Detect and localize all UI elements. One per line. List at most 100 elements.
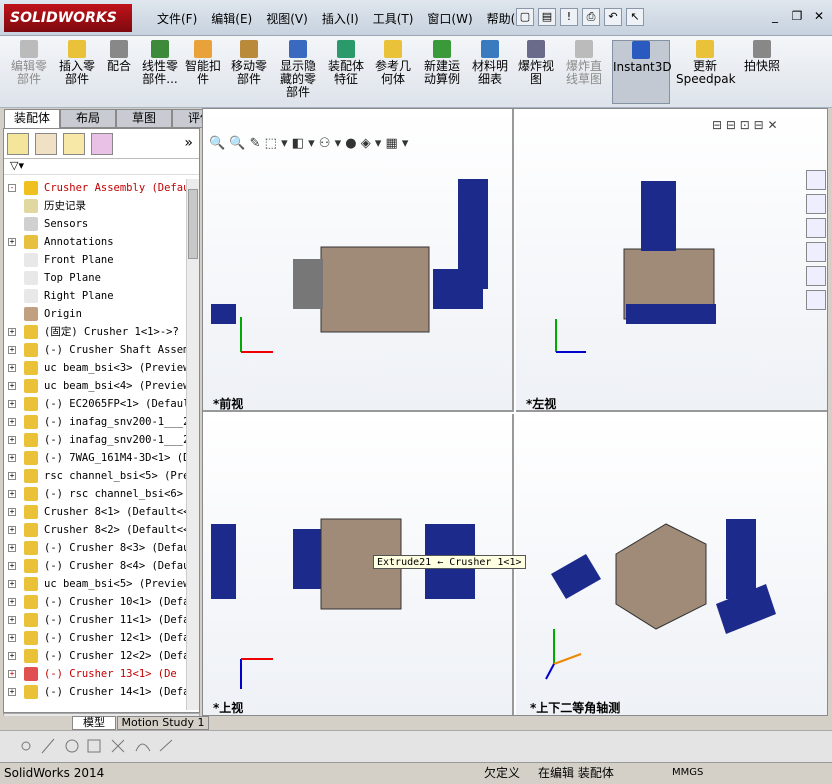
expand-toggle-icon[interactable]: + [8,652,16,660]
expand-toggle-icon[interactable]: + [8,544,16,552]
configuration-manager-icon[interactable] [63,133,85,155]
file-explorer-icon[interactable] [806,218,826,238]
expand-toggle-icon[interactable]: + [8,364,16,372]
expand-toggle-icon[interactable]: + [8,454,16,462]
ribbon-button-6[interactable]: 显示隐 藏的零 部件 [274,40,322,104]
tab-motion-study[interactable]: Motion Study 1 [117,716,209,730]
viewport-controls[interactable]: ⊟ ⊟ ⊡ ⊟ ✕ [712,118,778,132]
expand-toggle-icon[interactable]: + [8,688,16,696]
tree-item[interactable]: - Crusher Assembly (Defau [4,179,187,197]
custom-properties-icon[interactable] [806,290,826,310]
tree-item[interactable]: + (-) Crusher 10<1> (Defa [4,593,187,611]
tree-item[interactable]: + uc beam_bsi<3> (Preview( [4,359,187,377]
ribbon-button-9[interactable]: 新建运 动算例 [418,40,466,104]
graphics-area[interactable]: 🔍 🔍 ✎ ⬚ ▾ ◧ ▾ ⚇ ▾ ● ◈ ▾ ▦ ▾ *前视 ⊟ ⊟ ⊡ ⊟ … [202,108,828,716]
line-icon[interactable] [41,738,55,754]
tree-item[interactable]: + (-) EC2065FP<1> (Default- [4,395,187,413]
tree-item[interactable]: + (-) rsc channel_bsi<6> [4,485,187,503]
tree-item[interactable]: + (-) Crusher 8<4> (Defau [4,557,187,575]
expand-toggle-icon[interactable]: - [8,184,16,192]
tree-scrollbar[interactable] [186,179,199,710]
tree-item[interactable]: + Crusher 8<2> (Default<<D [4,521,187,539]
rectangle-icon[interactable] [87,739,101,753]
tab-assembly[interactable]: 装配体 [4,109,60,128]
tree-item[interactable]: Right Plane [4,287,187,305]
tree-item[interactable]: Sensors [4,215,187,233]
ribbon-button-3[interactable]: 线性零 部件... [140,40,180,104]
ribbon-button-10[interactable]: 材料明 细表 [468,40,512,104]
restore-button[interactable]: ❐ [788,8,806,24]
expand-toggle-icon[interactable]: + [8,238,16,246]
open-folder-icon[interactable]: ▤ [538,8,556,26]
left-view-pane[interactable]: ⊟ ⊟ ⊡ ⊟ ✕ *左视 [516,109,827,412]
ribbon-button-2[interactable]: 配合 [100,40,138,104]
ribbon-button-0[interactable]: 编辑零 部件 [4,40,54,104]
expand-toggle-icon[interactable]: + [8,508,16,516]
tree-item[interactable]: + Crusher 8<1> (Default<< [4,503,187,521]
tab-model[interactable]: 模型 [72,716,116,730]
warning-icon[interactable]: ! [560,8,578,26]
menu-file[interactable]: 文件(F) [150,10,204,27]
ribbon-button-14[interactable]: 更新 Speedpak [676,40,736,104]
ribbon-button-1[interactable]: 插入零 部件 [56,40,98,104]
tree-item[interactable]: + (-) inafag_snv200-1___20 [4,431,187,449]
ribbon-button-8[interactable]: 参考几 何体 [370,40,416,104]
expand-toggle-icon[interactable]: + [8,382,16,390]
tree-item[interactable]: + (-) inafag_snv200-1___20 [4,413,187,431]
tree-item[interactable]: + uc beam_bsi<4> (Preview( [4,377,187,395]
tree-item[interactable]: + Annotations [4,233,187,251]
centerline-icon[interactable] [159,739,173,752]
ribbon-button-12[interactable]: 爆炸直 线草图 [560,40,608,104]
tree-item[interactable]: Origin [4,305,187,323]
minimize-button[interactable]: _ [766,8,784,24]
tree-item[interactable]: 历史记录 [4,197,187,215]
tree-item[interactable]: + rsc channel_bsi<5> (Prev [4,467,187,485]
arc-icon[interactable] [135,743,151,752]
tree-item[interactable]: + (-) Crusher 13<1> (De [4,665,187,683]
tree-item[interactable]: Top Plane [4,269,187,287]
select-icon[interactable]: ↖ [626,8,644,26]
design-library-icon[interactable] [806,194,826,214]
point-icon[interactable] [21,741,31,751]
menu-edit[interactable]: 编辑(E) [204,10,259,27]
menu-tools[interactable]: 工具(T) [366,10,421,27]
menu-view[interactable]: 视图(V) [259,10,315,27]
tree-item[interactable]: + (-) 7WAG_161M4-3D<1> (D [4,449,187,467]
expand-toggle-icon[interactable]: + [8,634,16,642]
expand-toggle-icon[interactable]: + [8,580,16,588]
property-manager-icon[interactable] [35,133,57,155]
tree-item[interactable]: + (固定) Crusher 1<1>->? [4,323,187,341]
view-palette-icon[interactable] [806,242,826,262]
tree-item[interactable]: + (-) Crusher 14<1> (Defa [4,683,187,701]
expand-toggle-icon[interactable]: + [8,418,16,426]
menu-insert[interactable]: 插入(I) [315,10,366,27]
tree-item[interactable]: + (-) Crusher 12<2> (Defa [4,647,187,665]
expand-toggle-icon[interactable]: + [8,400,16,408]
expand-toggle-icon[interactable]: + [8,346,16,354]
home-icon[interactable] [806,170,826,190]
ribbon-button-4[interactable]: 智能扣 件 [182,40,224,104]
tree-item[interactable]: + (-) Crusher Shaft Assem [4,341,187,359]
circle-icon[interactable] [65,739,79,753]
menu-window[interactable]: 窗口(W) [420,10,479,27]
appearances-icon[interactable] [806,266,826,286]
expand-toggle-icon[interactable]: + [8,598,16,606]
expand-toggle-icon[interactable]: + [8,328,16,336]
expand-toggle-icon[interactable]: + [8,526,16,534]
ribbon-button-7[interactable]: 装配体 特征 [324,40,368,104]
ribbon-button-5[interactable]: 移动零 部件 [226,40,272,104]
front-view-pane[interactable]: 🔍 🔍 ✎ ⬚ ▾ ◧ ▾ ⚇ ▾ ● ◈ ▾ ▦ ▾ *前视 [203,109,514,412]
print-icon[interactable]: ⎙ [582,8,600,26]
ribbon-button-15[interactable]: 拍快照 [740,40,784,104]
expand-toggle-icon[interactable]: + [8,490,16,498]
feature-tree-icon[interactable] [7,133,29,155]
tree-item[interactable]: Front Plane [4,251,187,269]
ribbon-button-13[interactable]: Instant3D [612,40,672,104]
undo-icon[interactable]: ↶ [604,8,622,26]
expand-toggle-icon[interactable]: + [8,670,16,678]
tab-layout[interactable]: 布局 [60,109,116,128]
tree-item[interactable]: + (-) Crusher 8<3> (Defau [4,539,187,557]
iso-view-pane[interactable]: *上下二等角轴测 [516,414,827,715]
expand-toggle-icon[interactable]: + [8,436,16,444]
status-units[interactable]: MMGS [672,763,703,783]
